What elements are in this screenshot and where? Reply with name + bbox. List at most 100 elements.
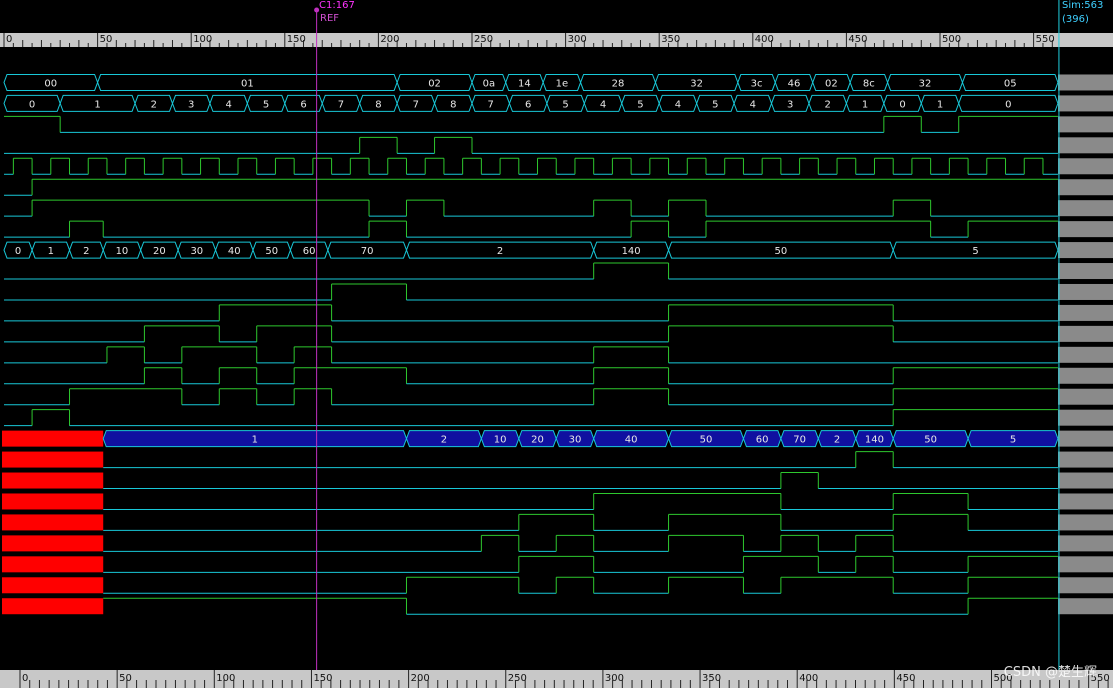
ruler-bottom-band [0,670,1113,688]
signal-row[interactable] [2,513,1058,531]
signal-row[interactable] [4,346,1058,364]
signal-value-cell [1058,388,1113,405]
signal-row[interactable] [4,199,1058,217]
ruler-top-tick-label: 50 [100,34,113,45]
bus-value: 4 [750,99,756,110]
cursor-label[interactable]: C1:167 [319,0,355,12]
signal-value-cell [1058,95,1113,112]
signal-row[interactable] [4,262,1058,280]
bus-value: 5 [562,99,568,110]
signal-row[interactable] [2,555,1058,573]
signal-row[interactable] [2,472,1058,490]
bus-value: 3c [751,78,763,89]
signal-value-cell [1058,179,1113,196]
signal-row[interactable] [4,220,1058,238]
ruler-bottom-tick-label: 400 [799,673,818,684]
signal-value-cell [1058,577,1113,594]
bus-value: 3 [787,99,793,110]
bus-value: 5 [1010,435,1016,446]
signal-value-cell [1058,263,1113,280]
waveform-canvas[interactable]: 0 50 100 150 200 250 300 350 400 450 500 550 0 0 0 1 0 2… [0,0,1113,688]
undefined-region [2,577,104,594]
bus-value: 10 [494,435,507,446]
signal-row[interactable] [2,492,1058,510]
signal-row[interactable] [2,451,1058,469]
bus-value: 1 [937,99,943,110]
signal-value-cell [1058,472,1113,489]
bus-value: 140 [865,435,884,446]
undefined-region [2,451,104,468]
bus-value: 2 [83,246,89,257]
signal-row[interactable] [4,409,1058,427]
undefined-region [2,535,104,552]
bus-value: 4 [600,99,606,110]
signal-value-cell [1058,451,1113,468]
bus-value: 60 [756,435,769,446]
signal-value-cell [1058,200,1113,217]
bus-value: 6 [300,99,306,110]
signal-value-cell [1058,346,1113,363]
signal-value-cell [1058,514,1113,531]
ruler-bottom-tick-label: 300 [605,673,624,684]
bus-value: 20 [531,435,544,446]
bus-value: 60 [303,246,316,257]
signal-value-cell [1058,74,1113,91]
signal-row[interactable] [4,115,1058,133]
bus-value: 0 [899,99,905,110]
bus-value: 30 [190,246,203,257]
signal-row[interactable] [2,534,1058,552]
signal-value-cell [1058,556,1113,573]
undefined-region [2,430,104,447]
bus-value: 1 [252,435,258,446]
sim-time-sub-label: (396) [1062,14,1089,25]
signal-row[interactable] [2,576,1058,594]
signal-row[interactable] [4,388,1058,406]
signal-row[interactable] [4,367,1058,385]
time-ruler-bottom[interactable]: 0 50 100 150 200 250 300 350 400 450 500 550 [0,670,1113,688]
signal-row[interactable] [4,325,1058,343]
signal-value-cell [1058,325,1113,342]
bus-value: 4 [675,99,681,110]
bus-value: 8c [863,78,875,89]
signal-row[interactable]: 0 1 2 10 20 30 40 50 60 70 2 140 50 5 [3,241,1059,259]
bus-value: 50 [924,435,937,446]
bus-value: 5 [712,99,718,110]
bus-value: 0a [483,78,496,89]
bus-value: 2 [497,246,503,257]
sim-time-label: Sim:563 [1062,0,1104,11]
undefined-region [2,556,104,573]
bus-value: 5 [263,99,269,110]
signal-value-cell [1058,430,1113,447]
signal-value-cell [1058,137,1113,154]
ruler-bottom-tick-label: 0 [22,673,28,684]
signal-row[interactable] [4,178,1058,196]
signal-row[interactable] [4,283,1058,301]
signal-value-cell [1058,116,1113,133]
signal-row[interactable]: 00 01 02 0a 14 1e 28 32 3c 46 02 8c 32 05 [3,73,1059,91]
bus-value: 1 [94,99,100,110]
ruler-bottom-tick-label: 150 [313,673,332,684]
watermark: CSDN @楚生辉 [1003,665,1097,680]
bus-value: 2 [834,435,840,446]
bus-value: 70 [793,435,806,446]
signal-row[interactable] [4,136,1058,154]
signal-waveforms[interactable]: 00 01 02 0a 14 1e 28 32 3c 46 02 8c 32 050 1 2 3 4 5 6 7 8 7 8 7… [2,73,1059,615]
signal-value-cell [1058,304,1113,321]
signal-row[interactable] [2,597,1058,615]
signal-row[interactable] [4,304,1058,322]
bus-value: 0 [29,99,35,110]
ruler-bottom-tick-label: 350 [702,673,721,684]
bus-value: 28 [612,78,625,89]
bus-value: 4 [225,99,231,110]
signal-row[interactable]: 0 1 2 3 4 5 6 7 8 7 8 7 6 5 4 5 4 5 4 3 2 1 0 1 0 [3,94,1059,112]
signal-row[interactable] [4,157,1058,175]
ruler-bottom-tick-label: 200 [411,673,430,684]
time-ruler-top[interactable]: 0 50 100 150 200 250 300 350 400 450 500 550 [0,33,1113,47]
bus-value: 32 [919,78,932,89]
bus-value: 20 [153,246,166,257]
signal-row[interactable]: 1 2 10 20 30 40 50 60 70 2 140 50 5 [2,430,1059,448]
bus-value: 7 [338,99,344,110]
bus-value: 7 [413,99,419,110]
bus-value: 8 [450,99,456,110]
bus-value: 10 [116,246,129,257]
